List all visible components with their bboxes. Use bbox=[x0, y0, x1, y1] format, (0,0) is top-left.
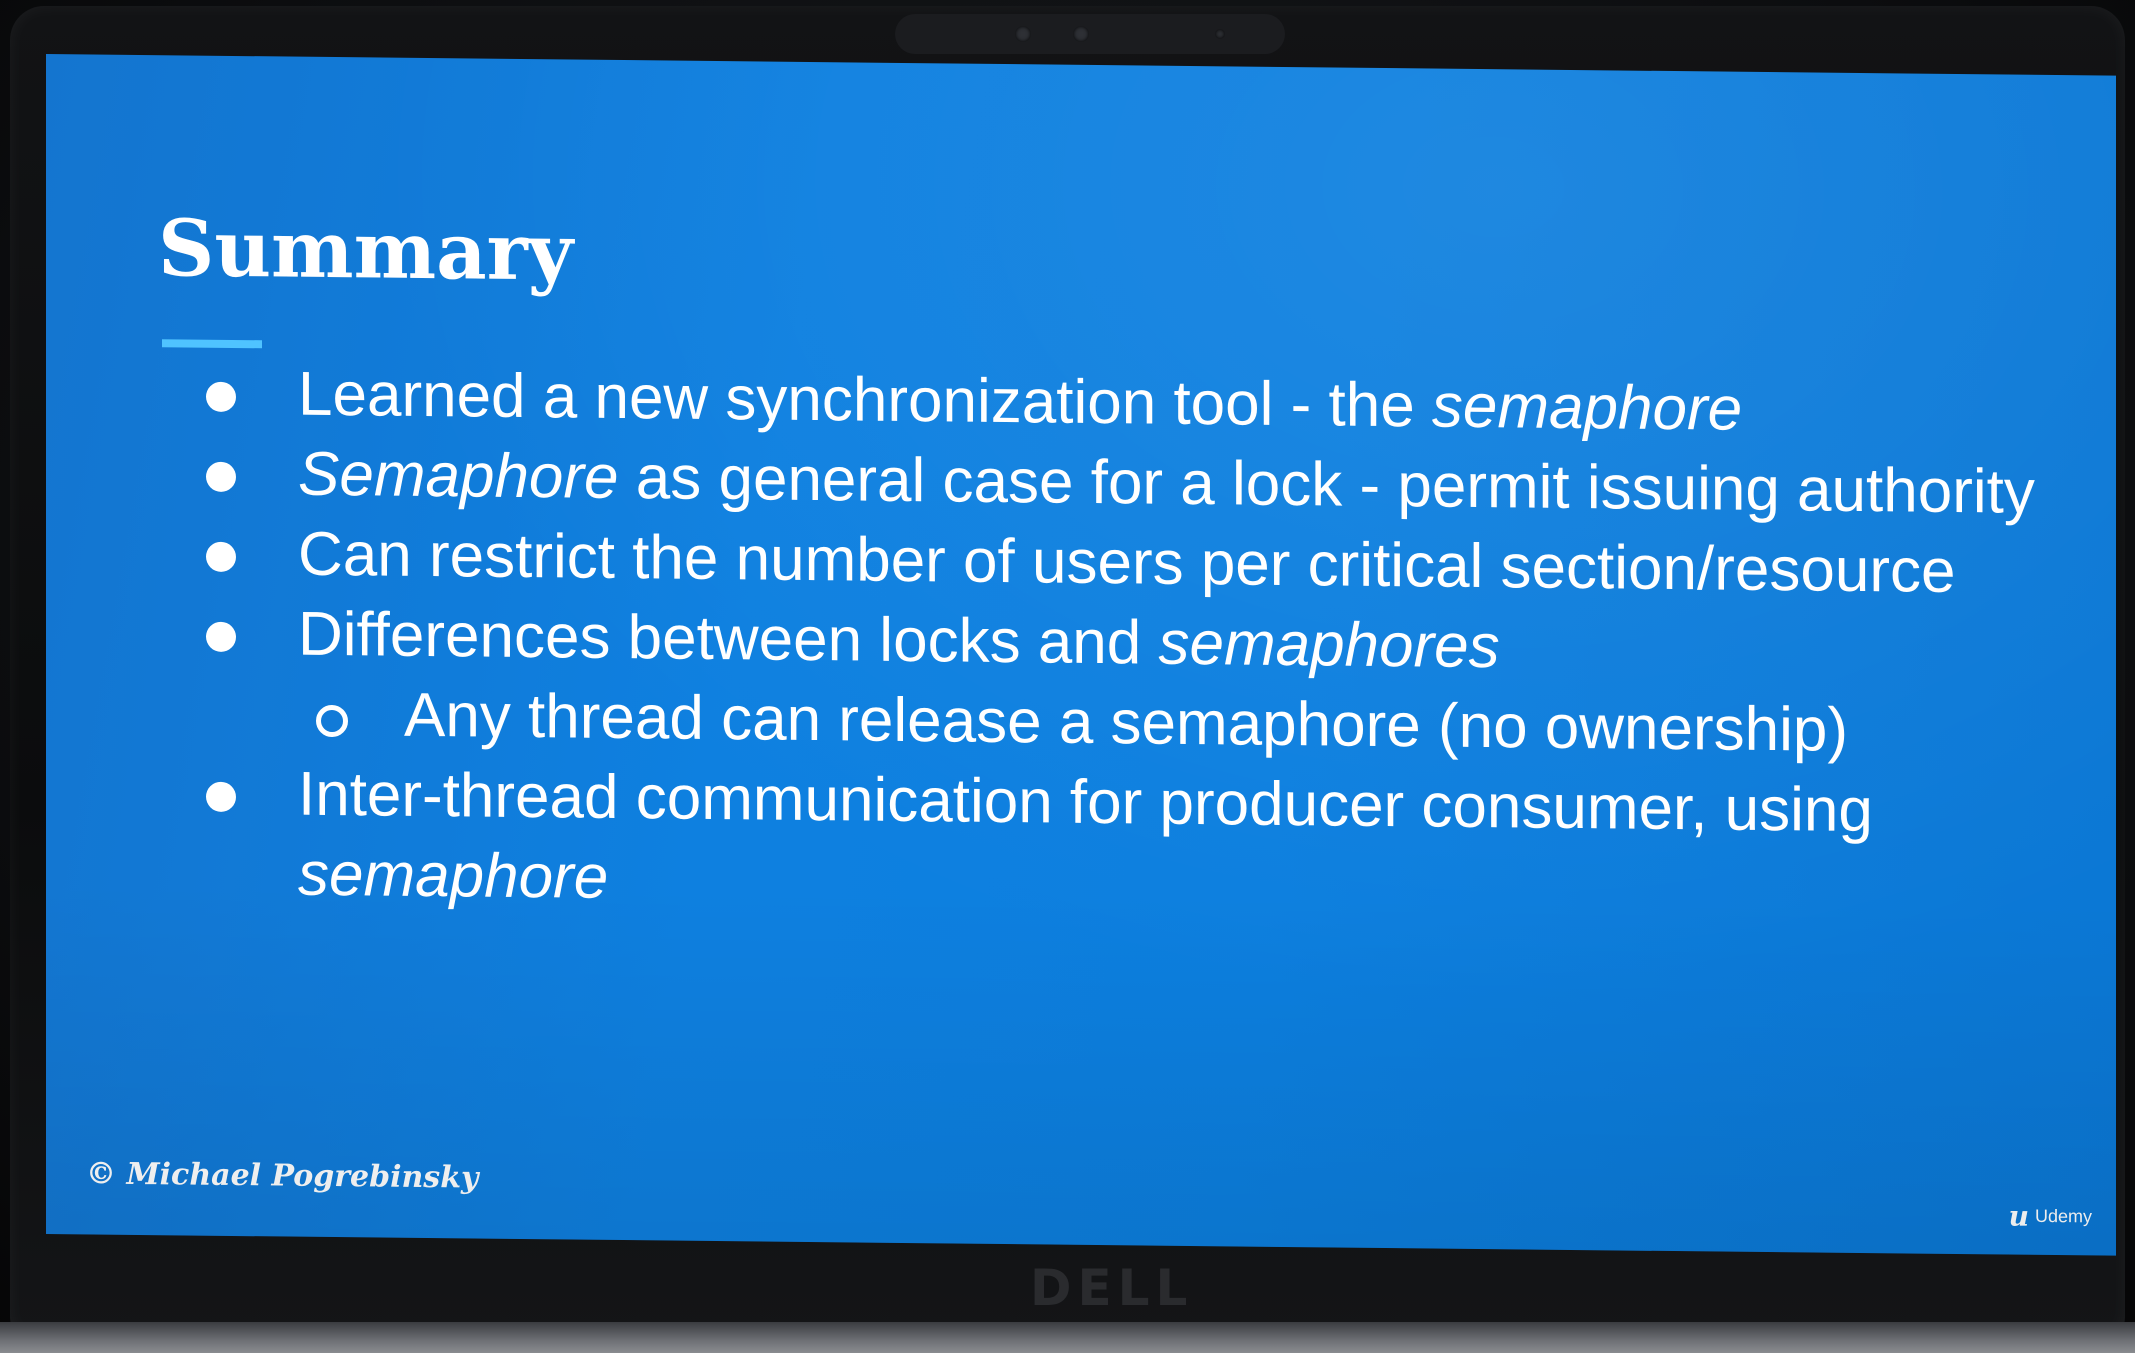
bullet-item: Inter-thread communication for producer … bbox=[206, 754, 2066, 933]
udemy-logo: u Udemy bbox=[2009, 1200, 2092, 1234]
bullet-italic-text: semaphore bbox=[298, 839, 609, 912]
bullet-italic-text: Semaphore bbox=[298, 439, 619, 512]
bullet-text: Differences between locks and bbox=[298, 599, 1159, 678]
laptop-bezel: Summary Learned a new synchronization to… bbox=[10, 6, 2125, 1336]
bullet-dot-icon bbox=[206, 461, 236, 492]
copyright-notice: © Michael Pogrebinsky bbox=[86, 1156, 479, 1196]
webcam-lens-icon bbox=[1015, 26, 1031, 42]
udemy-mark-icon: u bbox=[2008, 1199, 2029, 1233]
bullet-dot-icon bbox=[206, 541, 236, 572]
bullet-list: Learned a new synchronization tool - the… bbox=[206, 354, 2066, 933]
bullet-text: Can restrict the number of users per cri… bbox=[298, 519, 1956, 606]
slide-title: Summary bbox=[158, 203, 574, 299]
bullet-dot-icon bbox=[206, 621, 236, 652]
webcam-sensor-icon bbox=[1073, 26, 1089, 42]
hollow-bullet-icon bbox=[316, 704, 348, 738]
bullet-text: Learned a new synchronization tool - the bbox=[298, 359, 1432, 441]
bullet-italic-text: semaphores bbox=[1158, 608, 1500, 682]
webcam-bar bbox=[895, 14, 1285, 54]
title-underline bbox=[162, 339, 262, 349]
webcam-led-icon bbox=[1215, 29, 1225, 39]
slide-screen: Summary Learned a new synchronization to… bbox=[46, 54, 2116, 1256]
bullet-italic-text: semaphore bbox=[1431, 371, 1743, 444]
bullet-dot-icon bbox=[206, 381, 236, 412]
udemy-label: Udemy bbox=[2034, 1205, 2092, 1227]
bullet-dot-icon bbox=[206, 781, 236, 812]
bullet-text: Inter-thread communication for producer … bbox=[298, 759, 1873, 846]
sub-bullet-text: Any thread can release a semaphore (no o… bbox=[404, 680, 1849, 765]
bullet-text: as general case for a lock - permit issu… bbox=[618, 442, 2035, 527]
dell-logo: DELL bbox=[1030, 1259, 1194, 1317]
photo-scene: Summary Learned a new synchronization to… bbox=[0, 0, 2135, 1353]
laptop-hinge bbox=[0, 1322, 2135, 1353]
